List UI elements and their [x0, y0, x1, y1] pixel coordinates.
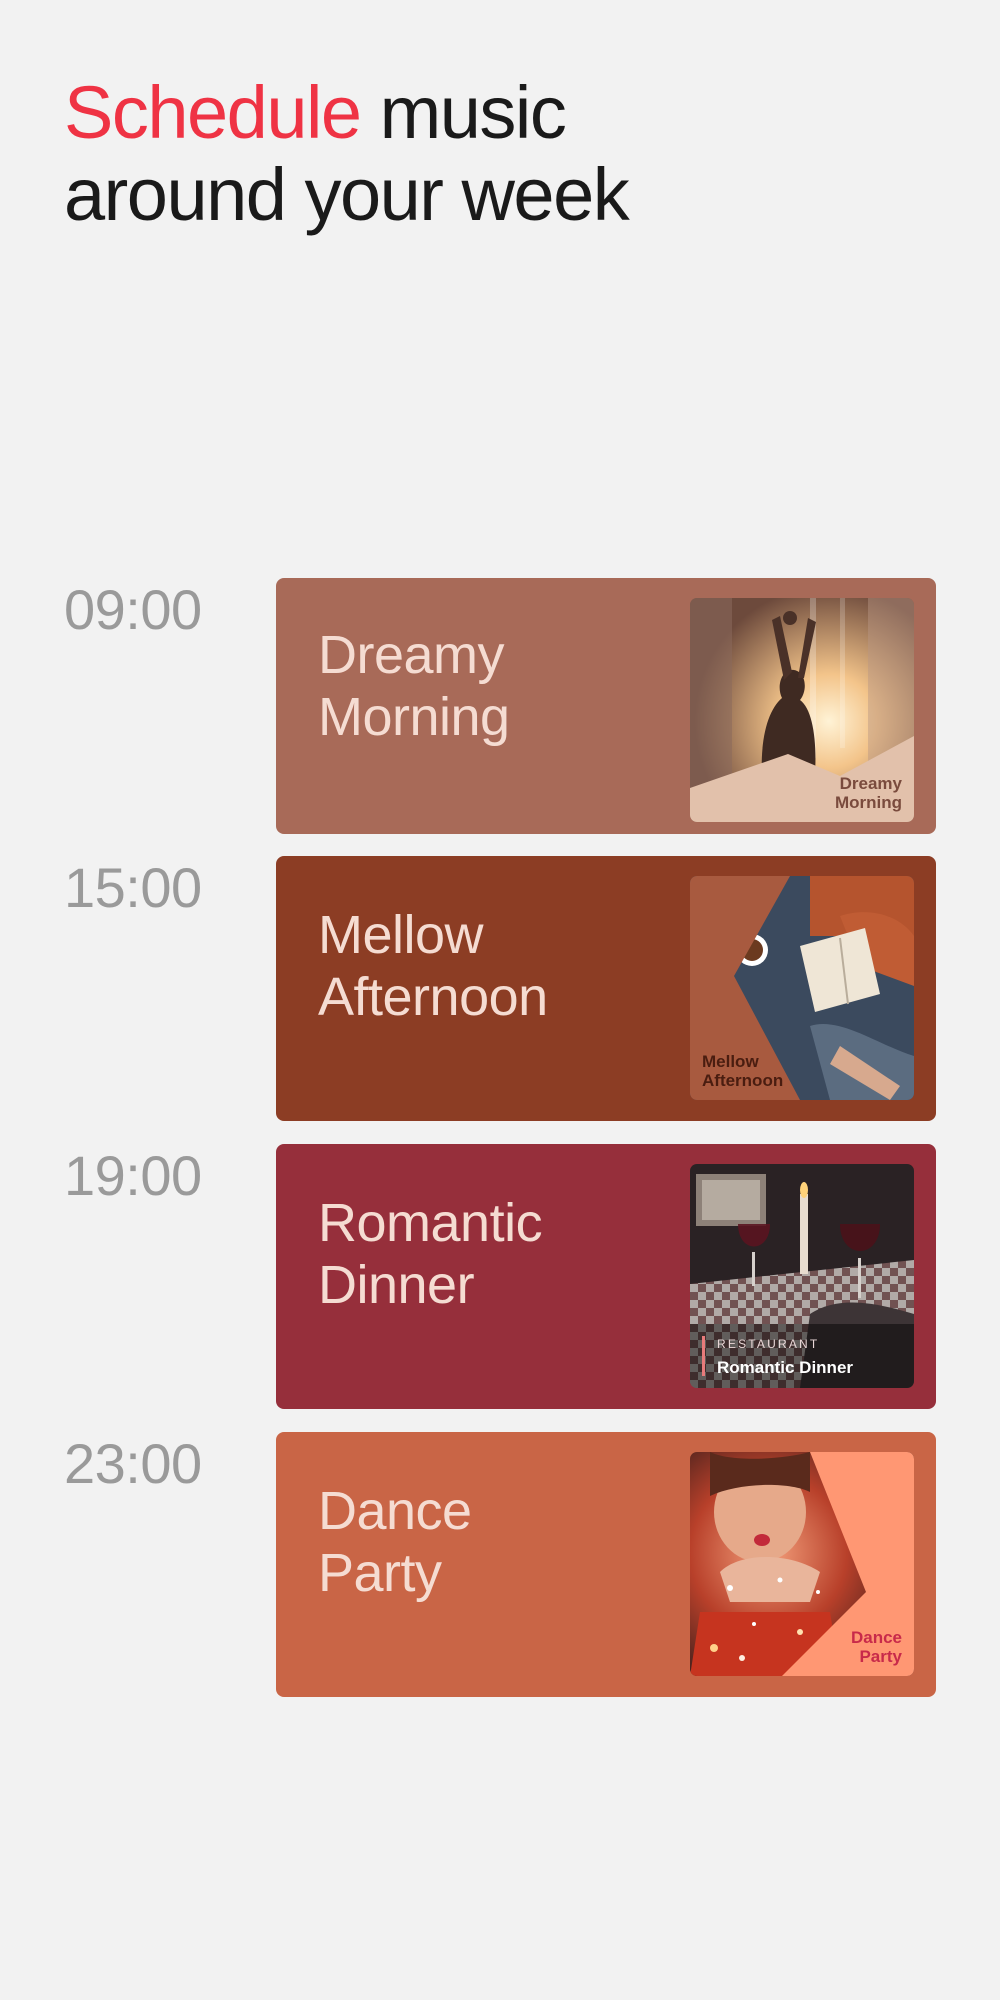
cover-label: Dance Party	[851, 1628, 902, 1666]
playlist-title-line2: Afternoon	[318, 967, 548, 1027]
cover-label-line1: Romantic Dinner	[717, 1358, 854, 1377]
cover-photo-dinner-table	[690, 1164, 914, 1388]
cover-label: Mellow Afternoon	[702, 1052, 783, 1090]
playlist-title-line1: Romantic	[318, 1193, 543, 1253]
headline-line2: around your week	[64, 153, 630, 236]
cover-label: Dreamy Morning	[835, 774, 902, 812]
cover-label-line2: Morning	[834, 793, 902, 812]
slot-time: 19:00	[64, 1144, 202, 1207]
headline-accent-word: Schedule	[64, 71, 362, 154]
playlist-title: Dreamy Morning	[318, 624, 658, 748]
playlist-title-line2: Morning	[318, 687, 510, 747]
playlist-title-line2: Party	[318, 1543, 442, 1603]
cover-label-line2: Party	[859, 1647, 902, 1666]
playlist-cover-art: Dreamy Morning	[690, 598, 914, 822]
playlist-card-dance-party[interactable]: Dance Party Dance Party	[276, 1432, 936, 1697]
playlist-card-dreamy-morning[interactable]: Dreamy Morning Dreamy Morning	[276, 578, 936, 834]
playlist-card-mellow-afternoon[interactable]: Mellow Afternoon Mellow Afternoon	[276, 856, 936, 1121]
cover-kicker: RESTAURANT	[717, 1337, 820, 1351]
playlist-title-line1: Dreamy	[318, 625, 505, 685]
playlist-title: Romantic Dinner	[318, 1192, 658, 1316]
headline-line1-rest: music	[360, 71, 567, 154]
playlist-cover-art: Dance Party	[690, 1452, 914, 1676]
slot-time: 09:00	[64, 578, 202, 641]
playlist-cover-art: RESTAURANT Romantic Dinner	[690, 1164, 914, 1388]
playlist-cover-art: Mellow Afternoon	[690, 876, 914, 1100]
playlist-card-romantic-dinner[interactable]: Romantic Dinner RESTAURANT Romantic Dinn…	[276, 1144, 936, 1409]
playlist-title: Mellow Afternoon	[318, 904, 658, 1028]
playlist-title-line1: Mellow	[318, 905, 484, 965]
cover-label: Romantic Dinner	[717, 1358, 853, 1377]
cover-label-line1: Mellow	[702, 1052, 759, 1071]
cover-label-line2: Afternoon	[702, 1071, 784, 1090]
playlist-title-line1: Dance	[318, 1481, 472, 1541]
slot-time: 15:00	[64, 856, 202, 919]
cover-label-line1: Dance	[850, 1628, 902, 1647]
playlist-title: Dance Party	[318, 1480, 658, 1604]
playlist-title-line2: Dinner	[318, 1255, 475, 1315]
slot-time: 23:00	[64, 1432, 202, 1495]
cover-label-line1: Dreamy	[839, 774, 902, 793]
page-headline: Schedule music around your week	[64, 72, 944, 236]
